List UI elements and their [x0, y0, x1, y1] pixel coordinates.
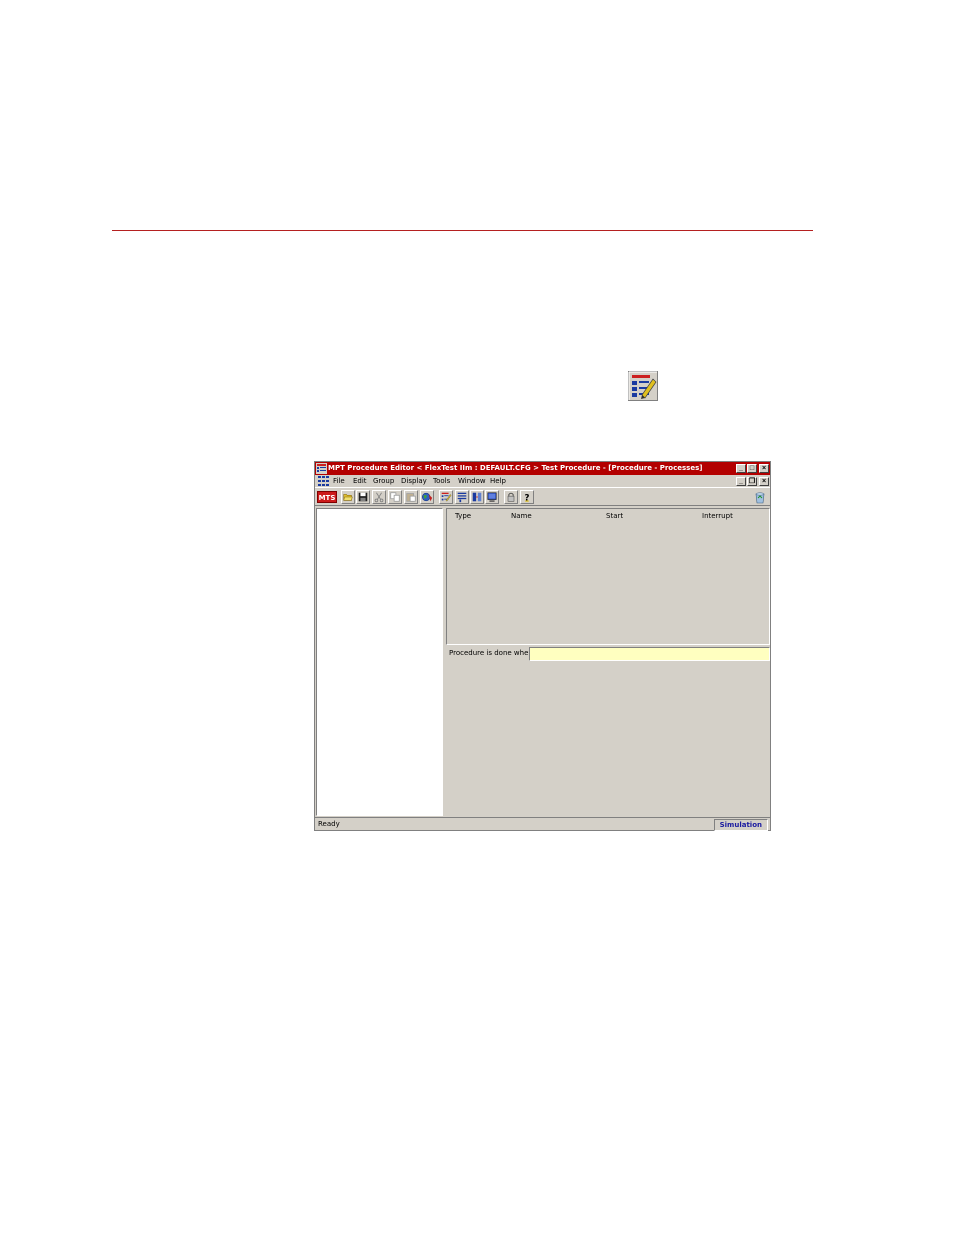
menu-display[interactable]: Display — [401, 475, 427, 487]
close-button[interactable]: × — [759, 464, 769, 473]
cut-icon[interactable] — [372, 490, 386, 504]
doc-restore-button[interactable]: ❐ — [747, 477, 757, 486]
doc-minimize-button[interactable]: _ — [736, 477, 746, 486]
sequence-icon[interactable] — [470, 490, 484, 504]
open-folder-icon[interactable] — [341, 490, 355, 504]
menu-help[interactable]: Help — [490, 475, 506, 487]
status-text: Ready — [318, 820, 340, 828]
menu-bar: File Edit Group Display Tools Window Hel… — [315, 475, 770, 487]
app-icon — [316, 463, 327, 474]
paste-icon[interactable] — [404, 490, 418, 504]
column-name[interactable]: Name — [511, 512, 532, 520]
recycle-bin-icon[interactable] — [753, 490, 767, 504]
menu-file[interactable]: File — [333, 475, 345, 487]
copy-icon[interactable] — [388, 490, 402, 504]
title-bar: MPT Procedure Editor < FlexTest IIm : DE… — [315, 462, 770, 475]
done-when-input[interactable] — [529, 647, 770, 661]
process-list-icon[interactable] — [455, 490, 469, 504]
maximize-button[interactable]: □ — [747, 464, 757, 473]
mts-logo: MTS — [317, 491, 337, 503]
status-bar: Ready Simulation — [315, 817, 770, 831]
column-type[interactable]: Type — [455, 512, 471, 520]
globe-icon[interactable] — [420, 490, 434, 504]
procedure-tree-pane[interactable] — [316, 508, 443, 816]
edit-list-icon[interactable] — [439, 490, 453, 504]
monitor-icon[interactable] — [485, 490, 499, 504]
minimize-button[interactable]: _ — [736, 464, 746, 473]
window-title: MPT Procedure Editor < FlexTest IIm : DE… — [328, 464, 703, 472]
svg-text:?: ? — [525, 493, 530, 503]
lock-icon[interactable] — [504, 490, 518, 504]
menu-window[interactable]: Window — [458, 475, 486, 487]
done-when-row: Procedure is done when — [446, 647, 770, 661]
menu-edit[interactable]: Edit — [353, 475, 367, 487]
procedure-editor-window: MPT Procedure Editor < FlexTest IIm : DE… — [314, 461, 771, 831]
menu-tools[interactable]: Tools — [433, 475, 450, 487]
document-grid-icon[interactable] — [318, 476, 329, 486]
edit-process-list-icon — [628, 371, 658, 401]
save-icon[interactable] — [356, 490, 370, 504]
column-interrupt[interactable]: Interrupt — [702, 512, 733, 520]
mode-indicator: Simulation — [713, 819, 768, 831]
done-when-label: Procedure is done when — [449, 649, 533, 657]
process-list-pane[interactable]: Type Name Start Interrupt — [446, 508, 770, 645]
doc-close-button[interactable]: × — [759, 477, 769, 486]
menu-group[interactable]: Group — [373, 475, 394, 487]
toolbar: MTS ? — [315, 487, 770, 506]
header-rule — [112, 230, 813, 231]
column-start[interactable]: Start — [606, 512, 623, 520]
help-icon[interactable]: ? — [520, 490, 534, 504]
